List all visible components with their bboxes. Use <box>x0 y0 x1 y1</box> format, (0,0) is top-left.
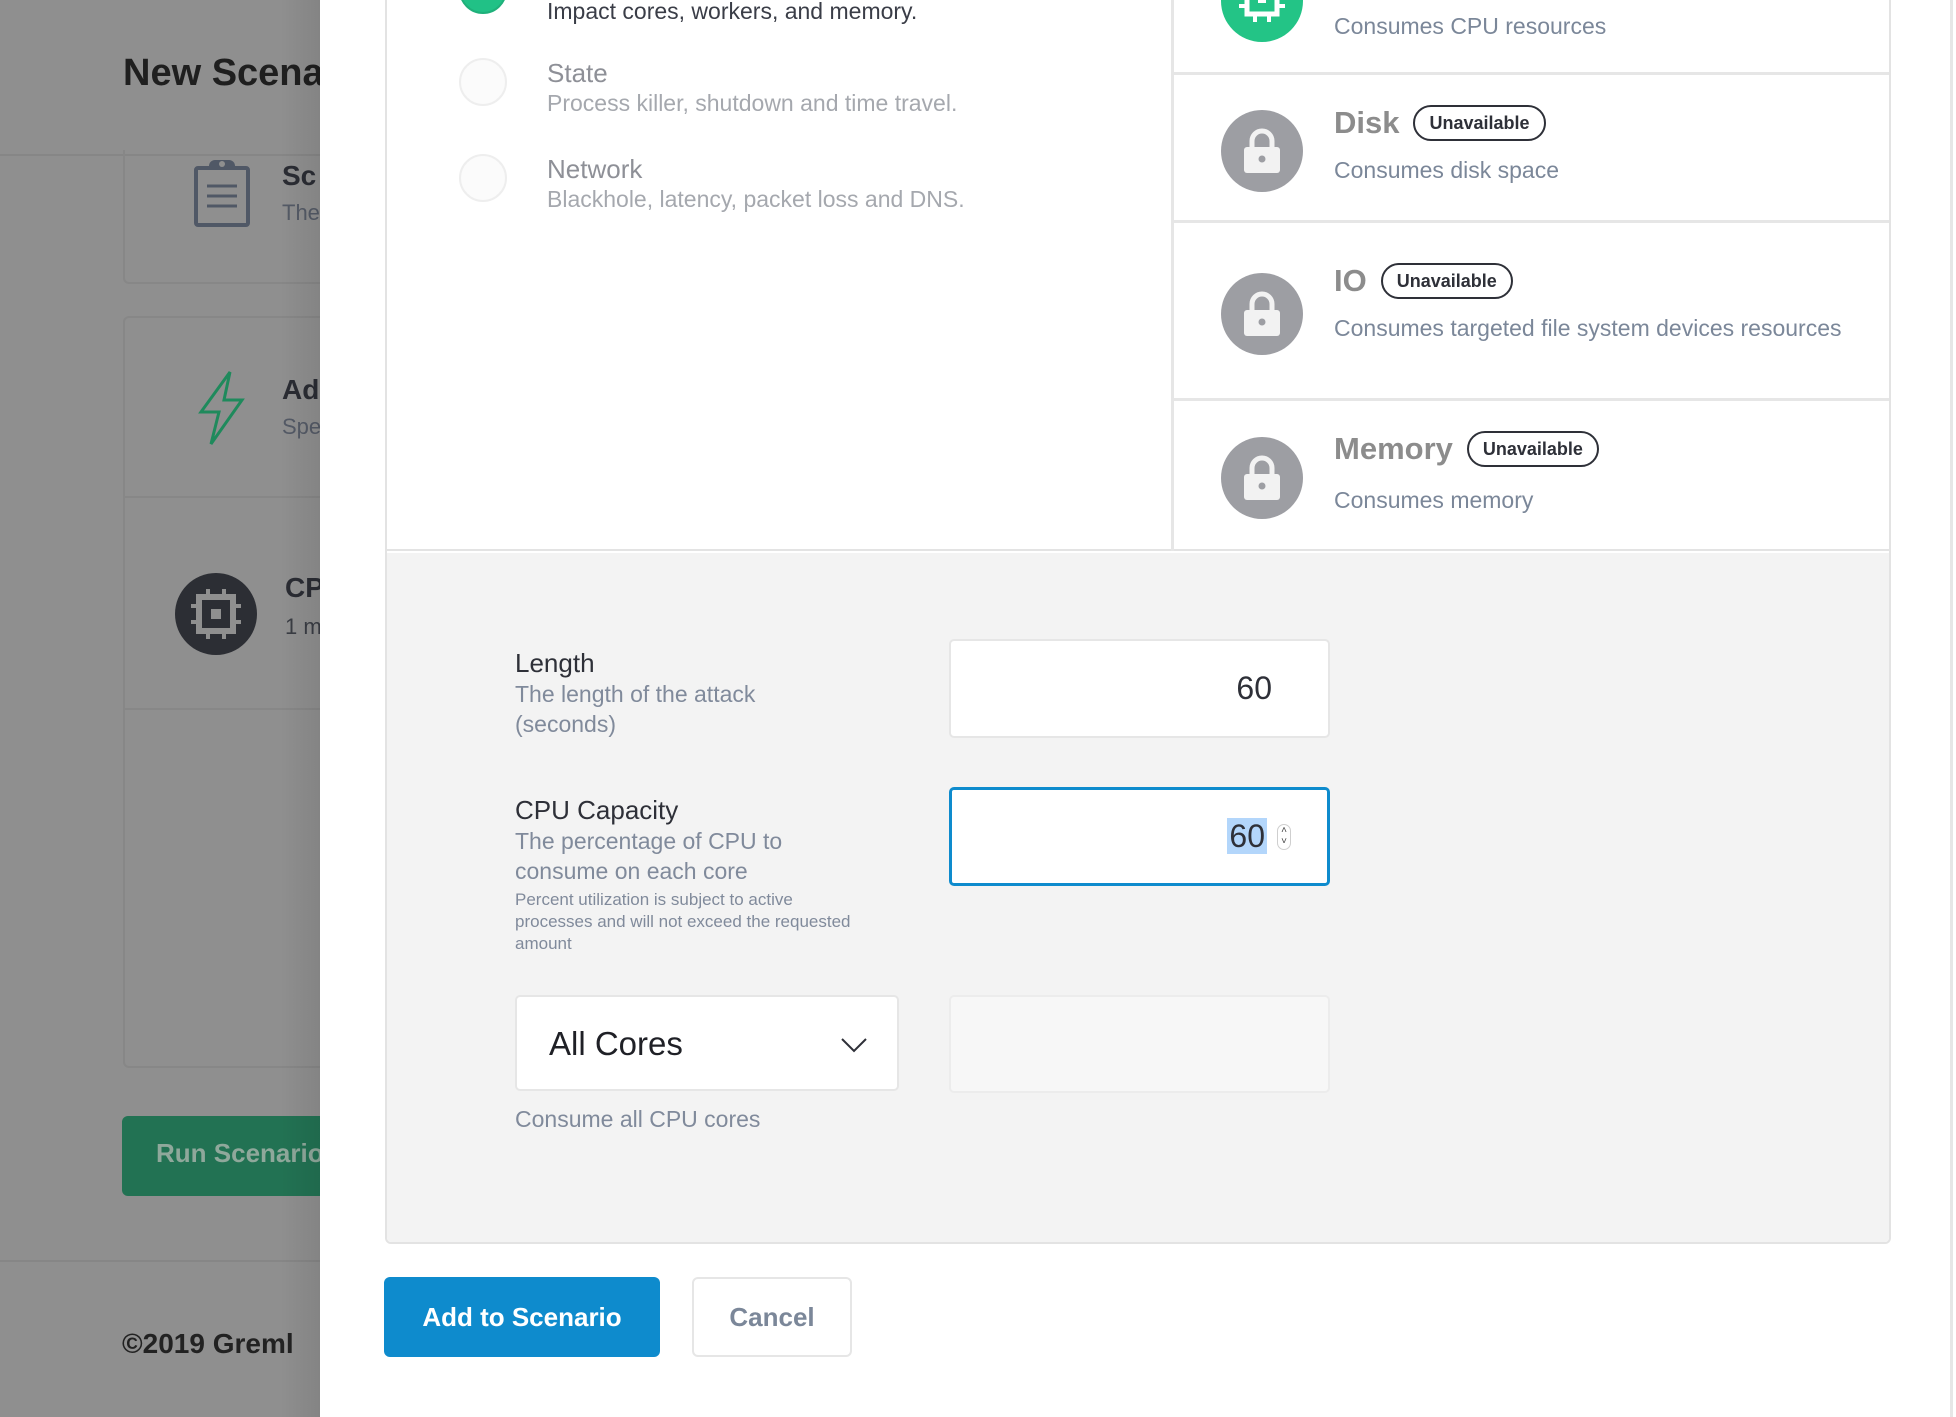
radio-unselected[interactable] <box>459 154 507 202</box>
scrollbar-track[interactable] <box>1950 0 1953 1417</box>
length-label: Length <box>515 648 595 678</box>
length-input[interactable] <box>949 639 1330 738</box>
category-description: Blackhole, latency, packet loss and DNS. <box>547 186 965 212</box>
attack-config-panel: Impact cores, workers, and memory. State… <box>385 0 1891 1244</box>
cpu-capacity-help: The percentage of CPU to consume on each… <box>515 828 783 884</box>
cpu-capacity-input[interactable]: 60 ˄ ˅ <box>949 787 1330 886</box>
length-help: The length of the attack (seconds) <box>515 681 756 737</box>
background-page: New Scena Sc The Ad Spe <box>0 0 320 1417</box>
attack-type-cpu[interactable]: Consumes CPU resources <box>1174 0 1889 75</box>
cores-select[interactable]: All Cores <box>515 995 899 1091</box>
cpu-capacity-value: 60 <box>1227 818 1267 855</box>
unavailable-badge: Unavailable <box>1380 263 1513 299</box>
cpu-chip-icon <box>1221 0 1303 42</box>
lock-icon <box>1221 273 1303 355</box>
attack-title: IO Unavailable <box>1334 263 1513 299</box>
cores-select-value: All Cores <box>549 1025 683 1062</box>
radio-selected[interactable] <box>459 0 507 14</box>
attack-title-text: Memory <box>1334 431 1453 466</box>
cancel-button[interactable]: Cancel <box>692 1277 852 1357</box>
attack-description: Consumes memory <box>1334 487 1534 513</box>
unavailable-badge: Unavailable <box>1413 105 1546 141</box>
footer-copyright: ©2019 Greml <box>122 1328 294 1359</box>
chevron-down-icon <box>841 1038 867 1053</box>
category-title: Network <box>547 154 643 184</box>
cpu-capacity-note: Percent utilization is subject to active… <box>515 890 851 953</box>
number-spinner[interactable]: ˄ ˅ <box>1277 824 1291 850</box>
clipboard-icon <box>194 160 250 227</box>
cpu-chip-icon <box>175 573 257 655</box>
attack-type-disk[interactable]: Disk Unavailable Consumes disk space <box>1174 75 1889 223</box>
attack-description: Consumes disk space <box>1334 157 1559 183</box>
attack-title: Memory Unavailable <box>1334 431 1599 467</box>
category-description: Process killer, shutdown and time travel… <box>547 90 958 116</box>
lock-icon <box>1221 437 1303 519</box>
attack-description: Consumes targeted file system devices re… <box>1334 315 1842 341</box>
attack-description: Consumes CPU resources <box>1334 13 1607 39</box>
attack-title-text: Disk <box>1334 105 1400 140</box>
lightning-icon <box>198 371 245 445</box>
cores-help: Consume all CPU cores <box>515 1106 761 1132</box>
attack-type-memory[interactable]: Memory Unavailable Consumes memory <box>1174 401 1889 551</box>
category-description: Impact cores, workers, and memory. <box>547 0 918 24</box>
footer-divider <box>0 1260 320 1262</box>
add-to-scenario-button[interactable]: Add to Scenario <box>384 1277 660 1357</box>
attack-title-text: IO <box>1334 263 1367 298</box>
lock-icon <box>1221 110 1303 192</box>
unavailable-badge: Unavailable <box>1466 431 1599 467</box>
radio-unselected[interactable] <box>459 58 507 106</box>
cpu-capacity-label: CPU Capacity <box>515 795 679 825</box>
core-count-input-disabled <box>949 995 1330 1093</box>
attack-selector: Impact cores, workers, and memory. State… <box>387 0 1889 551</box>
attack-type-io[interactable]: IO Unavailable Consumes targeted file sy… <box>1174 223 1889 401</box>
modal-shadow <box>280 0 320 1417</box>
category-title: State <box>547 58 608 88</box>
attack-parameters-form: Length The length of the attack (seconds… <box>387 553 1889 1242</box>
attack-title: Disk Unavailable <box>1334 105 1546 141</box>
selected-text: 60 <box>1227 818 1267 854</box>
